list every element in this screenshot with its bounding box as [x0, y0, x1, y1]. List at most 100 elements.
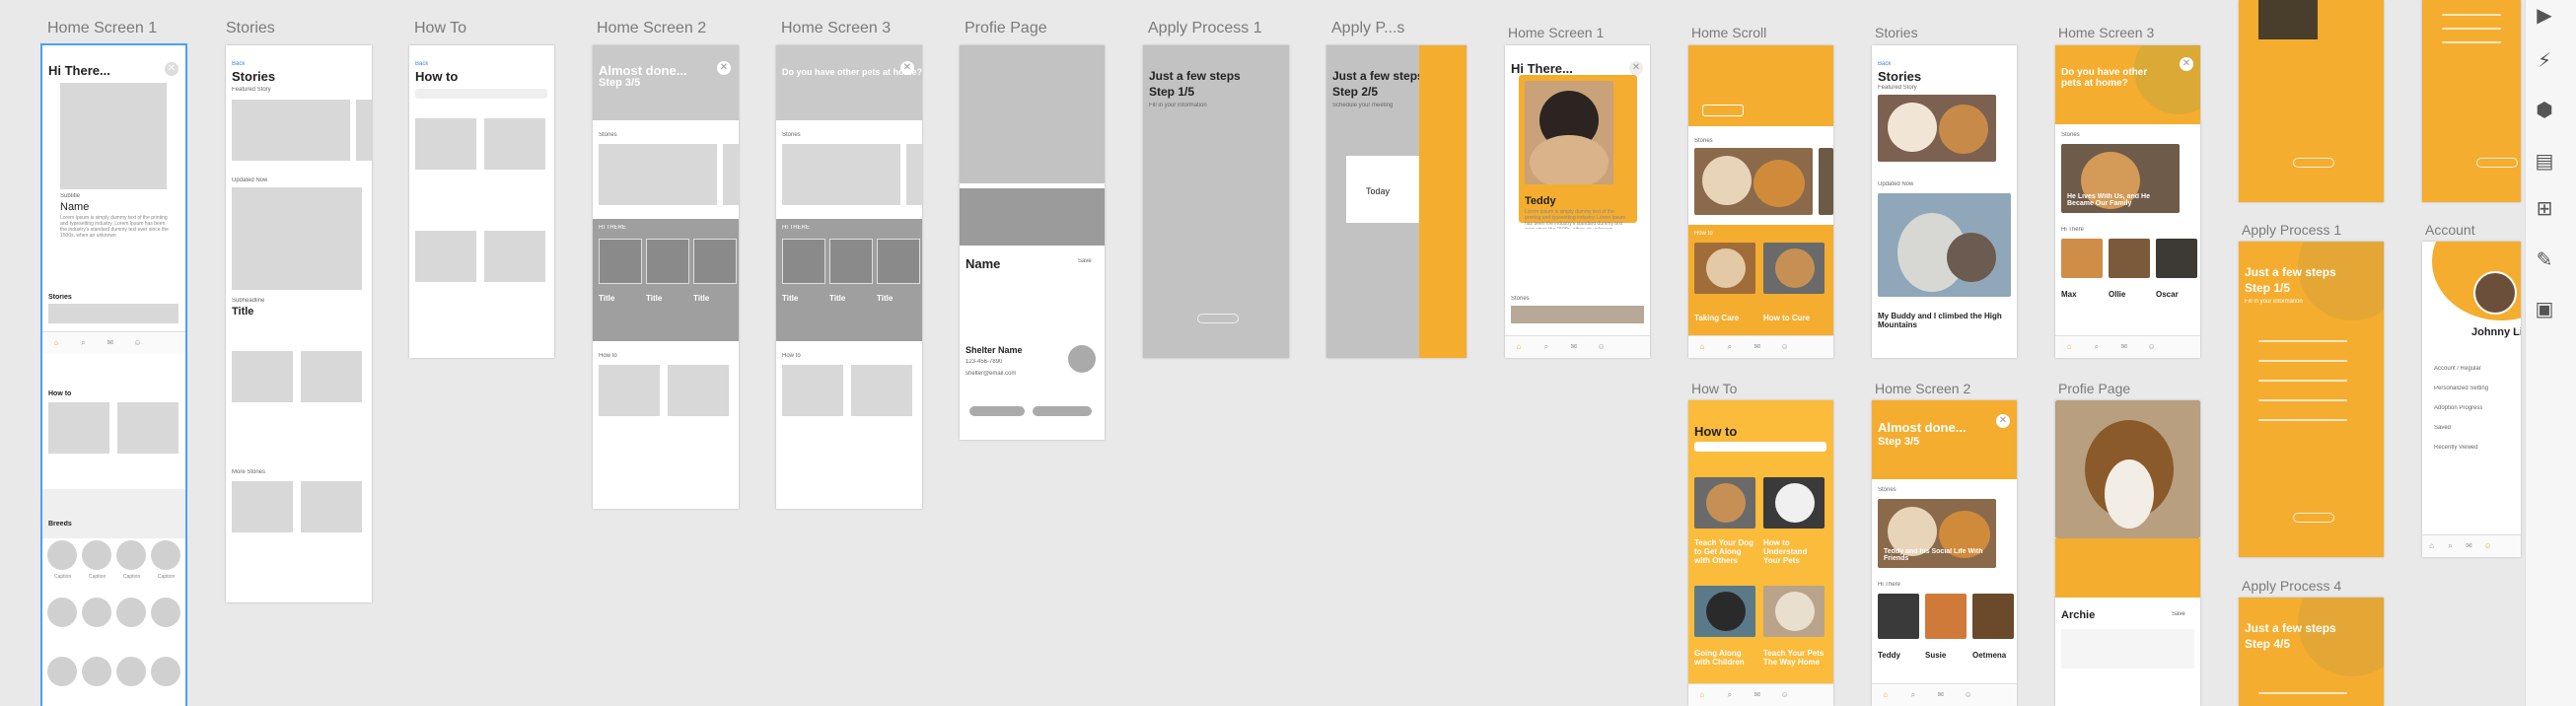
howto-thumb[interactable]: [851, 365, 912, 416]
artboard-howtob[interactable]: How to Teach Your Dog to Get Along with …: [1688, 400, 1833, 706]
lightning-icon[interactable]: ⚡: [2531, 47, 2558, 75]
tab-search-icon[interactable]: ⌕: [2441, 535, 2460, 557]
breed-avatar[interactable]: [82, 657, 111, 686]
featured-image-next[interactable]: [356, 100, 372, 161]
breed-card[interactable]: [599, 239, 642, 284]
artboard-apply-top[interactable]: [2239, 0, 2384, 202]
story-image-next[interactable]: [906, 144, 922, 205]
artboard-label-applyp[interactable]: Apply P...s: [1331, 20, 1404, 37]
next-button[interactable]: [2476, 158, 2518, 168]
breed-avatar[interactable]: [47, 540, 77, 570]
tab-home-icon[interactable]: ⌂: [2422, 535, 2441, 557]
story-photo[interactable]: [1694, 148, 1813, 215]
story-photo-next[interactable]: [1819, 148, 1833, 215]
tab-search-icon[interactable]: ⌕: [2083, 336, 2111, 358]
artboard-profile[interactable]: Name Save Shelter Name 123-456-7890 shel…: [960, 45, 1105, 440]
artboard-label-home1[interactable]: Home Screen 1: [47, 20, 157, 37]
back-link[interactable]: Back: [1878, 61, 1891, 67]
play-icon[interactable]: ▶: [2531, 2, 2558, 30]
artboard-icon[interactable]: ⊞: [2531, 195, 2558, 223]
artboard-storiesb[interactable]: Back Stories Featured Story Updated Now …: [1872, 45, 2017, 358]
avatar[interactable]: [2473, 271, 2517, 315]
next-button[interactable]: [2293, 158, 2334, 168]
back-link[interactable]: Back: [232, 61, 245, 67]
close-icon[interactable]: ✕: [717, 61, 731, 75]
breed-photo[interactable]: [2156, 239, 2197, 278]
artboard-label-home2b[interactable]: Home Screen 2: [1875, 381, 1970, 396]
component-icon[interactable]: ⬢: [2531, 97, 2558, 124]
tab-account-icon[interactable]: ☺: [1771, 336, 1799, 358]
tab-account-icon[interactable]: ☺: [1588, 336, 1615, 358]
howto-thumb[interactable]: [484, 118, 545, 170]
artboard-home2[interactable]: Almost done... Step 3/5 ✕ Stories HI THE…: [593, 45, 739, 509]
howto-photo[interactable]: [1763, 586, 1825, 637]
artboard-label-home1b[interactable]: Home Screen 1: [1508, 25, 1604, 40]
breed-avatar[interactable]: [151, 598, 180, 627]
howto-thumb[interactable]: [415, 118, 476, 170]
story-thumb[interactable]: [301, 351, 362, 402]
artboard-label-home3b[interactable]: Home Screen 3: [2058, 25, 2154, 40]
artboard-home3b[interactable]: Do you have other pets at home? ✕ Storie…: [2055, 45, 2200, 358]
account-menu-item[interactable]: Personalized Setting: [2434, 386, 2488, 391]
updated-photo[interactable]: [1878, 193, 2011, 297]
artboard-label-howtob[interactable]: How To: [1691, 381, 1737, 396]
breed-avatar[interactable]: [82, 598, 111, 627]
artboard-apply1[interactable]: Just a few steps Step 1/5 Fill in your i…: [1143, 45, 1289, 358]
story-thumb[interactable]: [232, 481, 293, 532]
howto-thumb[interactable]: [415, 231, 476, 282]
apply-button[interactable]: [1033, 406, 1092, 416]
tab-search-icon[interactable]: ⌕: [70, 332, 98, 354]
close-icon[interactable]: ✕: [1629, 61, 1643, 75]
breed-avatar[interactable]: [116, 540, 146, 570]
next-button[interactable]: [2293, 513, 2334, 523]
breed-avatar[interactable]: [116, 657, 146, 686]
artboard-homescroll[interactable]: Stories How to Taking Care How to Cure ⌂…: [1688, 45, 1833, 358]
account-menu-item[interactable]: Account / Regular: [2434, 366, 2481, 372]
tab-search-icon[interactable]: ⌕: [1716, 684, 1744, 706]
howto-thumb[interactable]: [599, 365, 660, 416]
breed-photo[interactable]: [1878, 594, 1919, 639]
featured-image[interactable]: [232, 100, 350, 161]
tab-home-icon[interactable]: ⌂: [1505, 336, 1533, 358]
tab-messages-icon[interactable]: ✉: [1744, 336, 1771, 358]
artboard-home1b[interactable]: Hi There... ✕ Teddy Lorem Ipsum is simpl…: [1505, 45, 1650, 358]
breed-avatar[interactable]: [151, 540, 180, 570]
breed-photo[interactable]: [1972, 594, 2014, 639]
close-icon[interactable]: ✕: [900, 61, 914, 75]
story-thumb[interactable]: [301, 481, 362, 532]
shelter-email[interactable]: shelter@email.com: [966, 371, 1016, 377]
breed-card[interactable]: [646, 239, 689, 284]
tab-messages-icon[interactable]: ✉: [1927, 684, 1955, 706]
artboard-howto[interactable]: Back How to: [409, 45, 554, 358]
artboard-label-home2[interactable]: Home Screen 2: [597, 20, 706, 37]
artboard-label-account[interactable]: Account: [2425, 222, 2475, 238]
story-image-next[interactable]: [723, 144, 739, 205]
next-button[interactable]: [1197, 314, 1239, 323]
howto-photo[interactable]: [1694, 477, 1755, 529]
artboard-label-stories[interactable]: Stories: [226, 20, 275, 37]
tab-messages-icon[interactable]: ✉: [2460, 535, 2478, 557]
tab-home-icon[interactable]: ⌂: [1688, 336, 1716, 358]
tab-messages-icon[interactable]: ✉: [2111, 336, 2138, 358]
tab-home-icon[interactable]: ⌂: [1872, 684, 1899, 706]
ask-questions-button[interactable]: [969, 406, 1025, 416]
account-menu-item[interactable]: Saved: [2434, 425, 2451, 431]
account-menu-item[interactable]: Adoption Progress: [2434, 405, 2482, 411]
breed-card[interactable]: [829, 239, 873, 284]
breed-photo[interactable]: [1925, 594, 1967, 639]
search-input[interactable]: [1694, 442, 1826, 452]
artboard-profileb[interactable]: Archie Save: [2055, 400, 2200, 706]
date-picker[interactable]: [2258, 0, 2318, 39]
artboard-apply-top-2[interactable]: [2422, 0, 2521, 202]
updated-image[interactable]: [232, 187, 362, 290]
story-image[interactable]: [599, 144, 717, 205]
save-button[interactable]: Save: [1078, 258, 1092, 264]
artboard-label-howto[interactable]: How To: [414, 20, 466, 37]
artboard-apply1b[interactable]: Just a few steps Step 1/5 Fill in your i…: [2239, 242, 2384, 557]
search-input[interactable]: [415, 89, 547, 99]
breed-avatar[interactable]: [82, 540, 111, 570]
tab-account-icon[interactable]: ☺: [2138, 336, 2166, 358]
tab-account-icon[interactable]: ☺: [1771, 684, 1799, 706]
close-icon[interactable]: ✕: [165, 62, 179, 76]
tab-home-icon[interactable]: ⌂: [2055, 336, 2083, 358]
